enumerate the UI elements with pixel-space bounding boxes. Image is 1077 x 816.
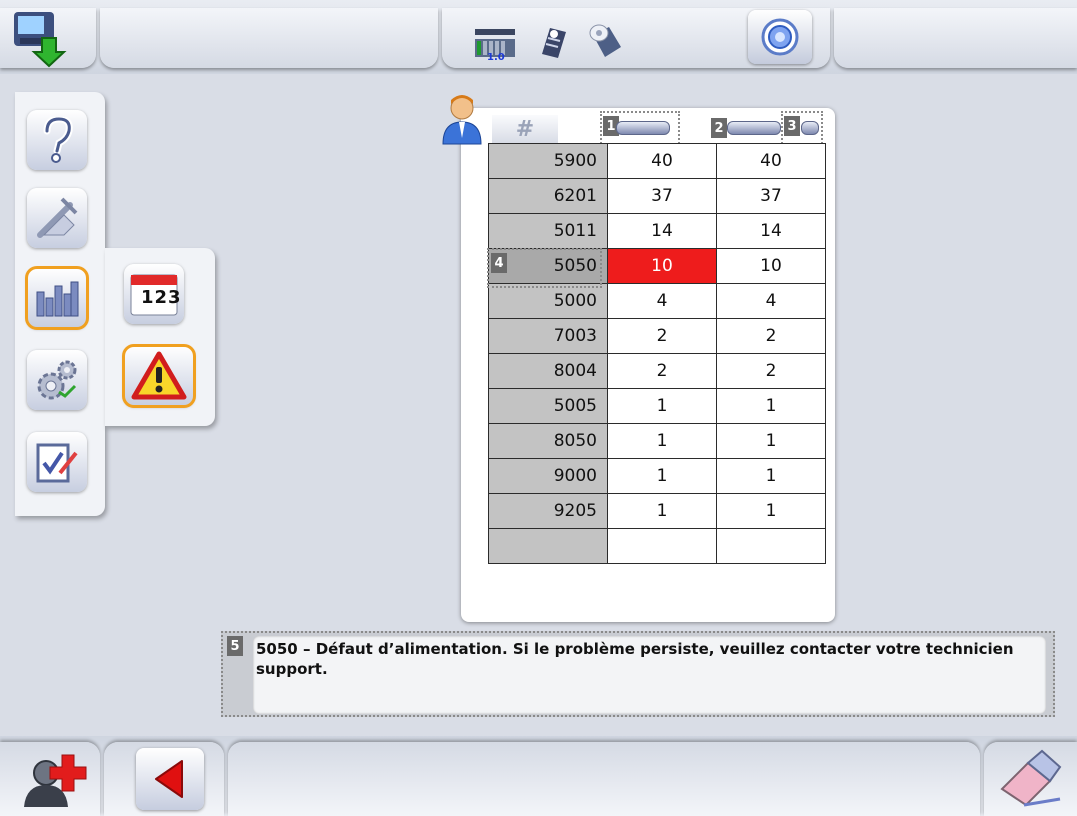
table-row[interactable]: 5900 40 40 <box>488 143 826 179</box>
settings-button[interactable] <box>27 350 87 410</box>
count-cell-2: 1 <box>716 388 826 424</box>
counter-button[interactable]: 123 <box>124 264 184 324</box>
count-cell-1-highlighted: 10 <box>607 248 717 284</box>
table-row[interactable]: 7003 2 2 <box>488 318 826 354</box>
tag-2: 2 <box>711 118 727 138</box>
count-cell-2: 14 <box>716 213 826 249</box>
table-row[interactable]: 5000 4 4 <box>488 283 826 319</box>
error-code-cell: 7003 <box>488 318 608 354</box>
roll-icon <box>589 24 621 57</box>
table-row[interactable]: 5011 14 14 <box>488 213 826 249</box>
warning-button[interactable] <box>122 344 196 408</box>
error-code-cell: 6201 <box>488 178 608 214</box>
error-message-text: 5050 – Défaut d’alimentation. Si le prob… <box>256 640 1014 678</box>
table-row[interactable]: 8004 2 2 <box>488 353 826 389</box>
count-cell-1: 40 <box>607 143 717 179</box>
code-column-header[interactable]: # <box>492 115 558 143</box>
user-medical-button[interactable] <box>20 748 90 810</box>
statistics-icon <box>36 281 79 317</box>
bottom-middle-segment <box>228 742 980 816</box>
error-code-cell: 9205 <box>488 493 608 529</box>
count-cell-1: 37 <box>607 178 717 214</box>
count-cell-2: 2 <box>716 353 826 389</box>
tools-button[interactable] <box>27 188 87 248</box>
target-button-icon <box>761 18 799 56</box>
top-right-segment <box>834 8 1077 68</box>
count-cell-1: 14 <box>607 213 717 249</box>
version-label: 1.0 <box>487 52 505 63</box>
banknote-icon <box>542 28 566 58</box>
tag-5: 5 <box>227 636 243 656</box>
operator-avatar <box>440 94 484 146</box>
checklist-icon <box>36 443 78 483</box>
count-cell-2: 1 <box>716 458 826 494</box>
settings-gears-icon <box>37 360 77 400</box>
error-code-cell: 5900 <box>488 143 608 179</box>
error-code-cell: 8050 <box>488 423 608 459</box>
back-button[interactable] <box>136 748 204 810</box>
warning-icon <box>131 351 187 400</box>
table-row[interactable]: 5005 1 1 <box>488 388 826 424</box>
tag-4: 4 <box>491 253 507 273</box>
user-medical-icon <box>24 754 87 807</box>
count-cell-1: 2 <box>607 318 717 354</box>
table-row-empty[interactable] <box>488 528 826 564</box>
count-cell-2: 2 <box>716 318 826 354</box>
count-cell-2: 40 <box>716 143 826 179</box>
count-cell-1: 1 <box>607 423 717 459</box>
column-2-pill-icon <box>727 121 781 135</box>
error-code-cell <box>488 528 608 564</box>
error-code-cell: 8004 <box>488 353 608 389</box>
tag-3: 3 <box>784 116 800 136</box>
table-row[interactable]: 9000 1 1 <box>488 458 826 494</box>
operator-icon <box>442 95 482 145</box>
checklist-button[interactable] <box>27 432 87 492</box>
tools-icon <box>37 197 78 238</box>
error-code-cell: 5000 <box>488 283 608 319</box>
table-row[interactable]: 8050 1 1 <box>488 423 826 459</box>
count-cell-2: 10 <box>716 248 826 284</box>
count-cell-2: 1 <box>716 493 826 529</box>
count-cell-1 <box>607 528 717 564</box>
statistics-button[interactable] <box>25 266 89 330</box>
count-cell-1: 1 <box>607 458 717 494</box>
error-code-cell: 5011 <box>488 213 608 249</box>
clear-button[interactable] <box>996 748 1064 810</box>
table-row[interactable]: 6201 37 37 <box>488 178 826 214</box>
count-cell-2: 37 <box>716 178 826 214</box>
counter-digits: 123 <box>141 287 182 308</box>
help-button[interactable] <box>27 110 87 170</box>
download-manual-icon <box>14 12 67 68</box>
error-code-cell: 5005 <box>488 388 608 424</box>
top-title-segment <box>100 8 438 68</box>
error-count-table: 5900 40 40 6201 37 37 5011 14 14 5050 10 10 5000… <box>488 143 826 564</box>
count-cell-1: 1 <box>607 388 717 424</box>
back-arrow-icon <box>155 760 183 798</box>
help-icon <box>43 117 73 163</box>
error-code-cell: 9000 <box>488 458 608 494</box>
eraser-icon <box>1000 749 1062 807</box>
column-3-pill-icon <box>801 121 819 135</box>
column-1-pill-icon <box>616 121 670 135</box>
count-cell-2: 1 <box>716 423 826 459</box>
count-cell-2 <box>716 528 826 564</box>
count-cell-1: 1 <box>607 493 717 529</box>
count-cell-2: 4 <box>716 283 826 319</box>
roll-indicator <box>584 20 624 62</box>
count-cell-1: 2 <box>607 353 717 389</box>
target-button[interactable] <box>748 10 812 64</box>
count-cell-1: 4 <box>607 283 717 319</box>
download-manual-button[interactable] <box>8 8 74 70</box>
table-row[interactable]: 9205 1 1 <box>488 493 826 529</box>
banknote-indicator <box>534 22 574 62</box>
